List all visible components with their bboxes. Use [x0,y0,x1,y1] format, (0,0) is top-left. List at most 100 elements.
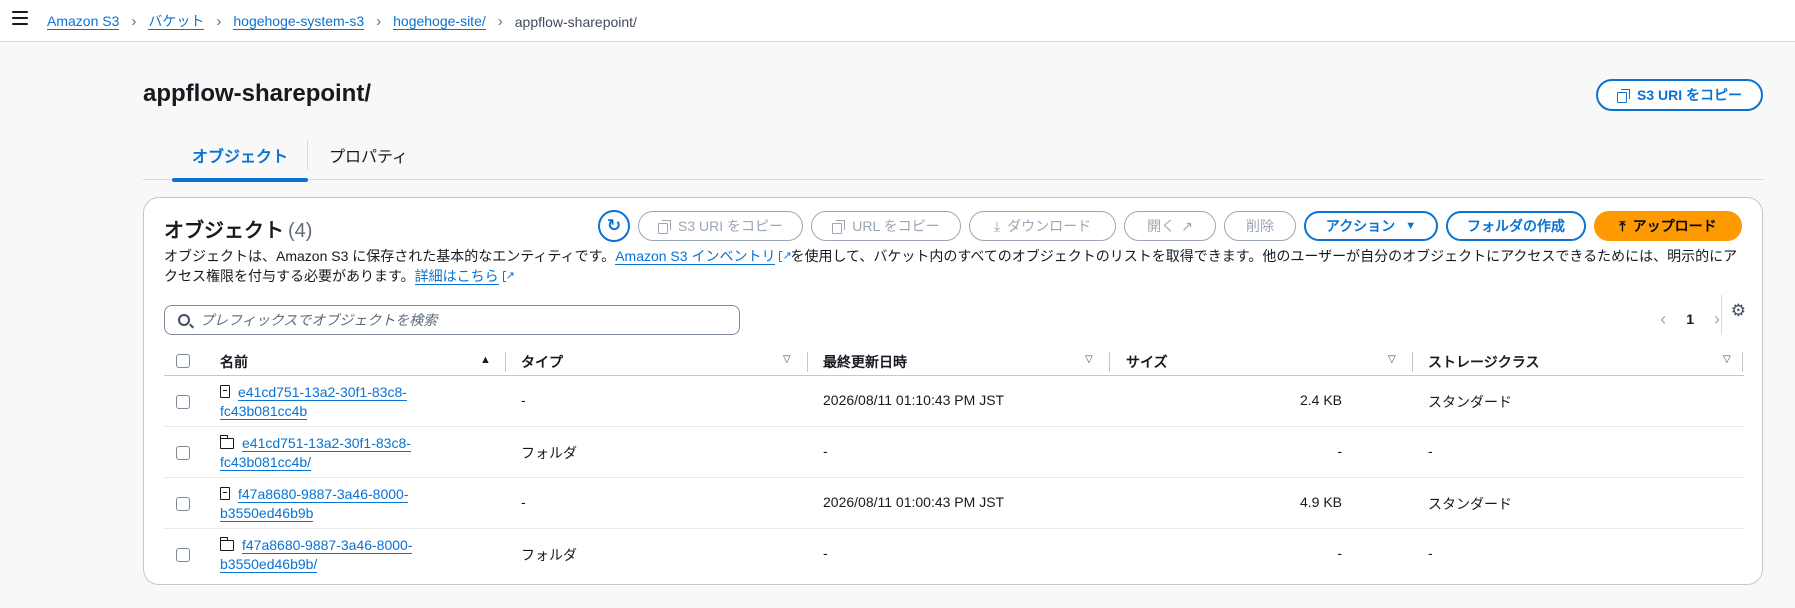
search-icon [178,314,190,326]
object-size: 2.4 KB [1299,392,1342,408]
delete-button[interactable]: 削除 [1224,211,1296,241]
sort-desc-icon[interactable]: ▽ [1085,354,1093,365]
column-divider[interactable] [505,352,506,372]
actions-label: アクション [1325,218,1396,234]
object-link-line2[interactable]: b3550ed46b9b [220,505,314,522]
chevron-right-icon[interactable]: › [1714,309,1720,330]
object-link-line2[interactable]: fc43b081cc4b [220,403,308,420]
row-checkbox[interactable] [176,548,190,562]
object-type: フォルダ [521,445,577,461]
copy-icon [657,219,671,234]
header-modified[interactable]: 最終更新日時 [823,352,907,372]
copy-icon [1616,88,1630,103]
delete-label: 削除 [1246,218,1274,234]
row-checkbox[interactable] [176,395,190,409]
learn-more-link[interactable]: 詳細はこちら [414,268,499,285]
sort-desc-icon[interactable]: ▽ [783,354,791,365]
chevron-left-icon[interactable]: ‹ [1660,309,1666,330]
object-storage-class: スタンダード [1428,496,1512,512]
object-link-line1[interactable]: e41cd751-13a2-30f1-83c8- [242,435,411,452]
object-modified: - [823,443,828,459]
upload-label: アップロード [1632,218,1717,234]
refresh-icon[interactable]: ↻ [598,210,630,242]
description-text-1: オブジェクトは、Amazon S3 に保存された基本的なエンティティです。 [164,248,616,264]
header-type[interactable]: タイプ [521,352,563,372]
file-icon [220,385,230,398]
table-row[interactable]: f47a8680-9887-3a46-8000- b3550ed46b9b/ フ… [164,529,1744,580]
object-name: f47a8680-9887-3a46-8000- b3550ed46b9b [220,485,440,523]
object-link-line2[interactable]: b3550ed46b9b/ [220,556,318,573]
breadcrumb-item-amazon-s3[interactable]: Amazon S3 [47,13,120,30]
inventory-link[interactable]: Amazon S3 インベントリ [615,248,776,265]
actions-dropdown-button[interactable]: アクション ▼ [1304,211,1438,241]
table-row[interactable]: e41cd751-13a2-30f1-83c8- fc43b081cc4b - … [164,376,1744,427]
search-box [164,305,740,335]
object-name: e41cd751-13a2-30f1-83c8- fc43b081cc4b/ [219,434,440,472]
open-button[interactable]: 開く ↗ [1124,211,1216,241]
column-divider[interactable] [1109,352,1110,372]
object-name: e41cd751-13a2-30f1-83c8- fc43b081cc4b [220,383,440,421]
object-type: フォルダ [521,547,577,563]
object-size: 4.9 KB [1299,494,1342,510]
caret-down-icon: ▼ [1405,220,1417,232]
table-row[interactable]: e41cd751-13a2-30f1-83c8- fc43b081cc4b/ フ… [164,427,1744,478]
object-link-line1[interactable]: f47a8680-9887-3a46-8000- [238,486,409,503]
breadcrumb-item-prefix[interactable]: hogehoge-site/ [393,13,486,30]
header-name[interactable]: 名前 [220,352,248,372]
object-name: f47a8680-9887-3a46-8000- b3550ed46b9b/ [219,536,440,574]
copy-icon [832,219,846,234]
create-folder-label: フォルダの作成 [1467,218,1565,234]
objects-toolbar: ↻ S3 URI をコピー URL をコピー ⤓ ダウンロード 開く ↗ 削除 … [598,210,1742,242]
chevron-right-icon: › [497,13,503,30]
sort-desc-icon[interactable]: ▽ [1723,354,1731,365]
sort-desc-icon[interactable]: ▽ [1388,354,1396,365]
upload-button[interactable]: ⤒ アップロード [1594,211,1742,241]
object-modified: 2026/08/11 01:10:43 PM JST [823,392,1005,408]
create-folder-button[interactable]: フォルダの作成 [1446,211,1586,241]
copy-url-button[interactable]: URL をコピー [811,211,961,241]
objects-table: 名前 ▲ タイプ ▽ 最終更新日時 ▽ サイズ ▽ ストレージクラス ▽ e41… [164,346,1744,580]
gear-icon[interactable]: ⚙ [1731,301,1746,321]
tab-divider [307,140,308,170]
sort-asc-icon[interactable]: ▲ [480,354,491,366]
object-link-line2[interactable]: fc43b081cc4b/ [220,454,312,471]
object-size: - [1337,545,1342,561]
column-divider[interactable] [1412,352,1413,372]
tab-properties[interactable]: プロパティ [329,143,408,167]
upload-icon: ⤒ [1619,217,1626,234]
object-type: - [521,392,526,408]
object-link-line1[interactable]: e41cd751-13a2-30f1-83c8- [238,384,407,401]
header-storage-class[interactable]: ストレージクラス [1428,352,1539,372]
copy-s3-uri-label: S3 URI をコピー [677,218,783,234]
table-row[interactable]: f47a8680-9887-3a46-8000- b3550ed46b9b - … [164,478,1744,529]
object-modified: 2026/08/11 01:00:43 PM JST [823,494,1005,510]
download-button[interactable]: ⤓ ダウンロード [969,211,1116,241]
tab-bar: オブジェクト プロパティ [143,140,1763,182]
object-link-line1[interactable]: f47a8680-9887-3a46-8000- [242,537,413,554]
column-divider[interactable] [807,352,808,372]
copy-s3-uri-button[interactable]: S3 URI をコピー [638,211,803,241]
object-storage-class: - [1428,545,1433,561]
breadcrumb-current: appflow-sharepoint/ [514,13,637,30]
breadcrumb-item-buckets[interactable]: バケット [148,13,205,30]
copy-s3-uri-header-button[interactable]: S3 URI をコピー [1596,79,1763,111]
search-input[interactable] [200,312,720,328]
object-size: - [1337,443,1342,459]
pagination: ‹ 1 › [1660,303,1720,335]
copy-url-label: URL をコピー [852,218,940,234]
panel-title-text: オブジェクト [164,220,284,242]
menu-icon[interactable] [12,11,28,25]
select-all-checkbox[interactable] [176,354,190,368]
tab-objects[interactable]: オブジェクト [171,143,309,182]
pager-divider [1721,295,1722,335]
top-navigation-bar: Amazon S3 › バケット › hogehoge-system-s3 › … [0,0,1795,42]
header-size[interactable]: サイズ [1126,352,1168,372]
row-checkbox[interactable] [176,497,190,511]
page-number[interactable]: 1 [1686,311,1694,327]
row-checkbox[interactable] [176,446,190,460]
chevron-right-icon: › [376,13,382,30]
object-modified: - [823,545,828,561]
breadcrumb-item-bucket[interactable]: hogehoge-system-s3 [233,13,365,30]
panel-title: オブジェクト (4) [164,214,312,243]
folder-icon [219,435,234,449]
